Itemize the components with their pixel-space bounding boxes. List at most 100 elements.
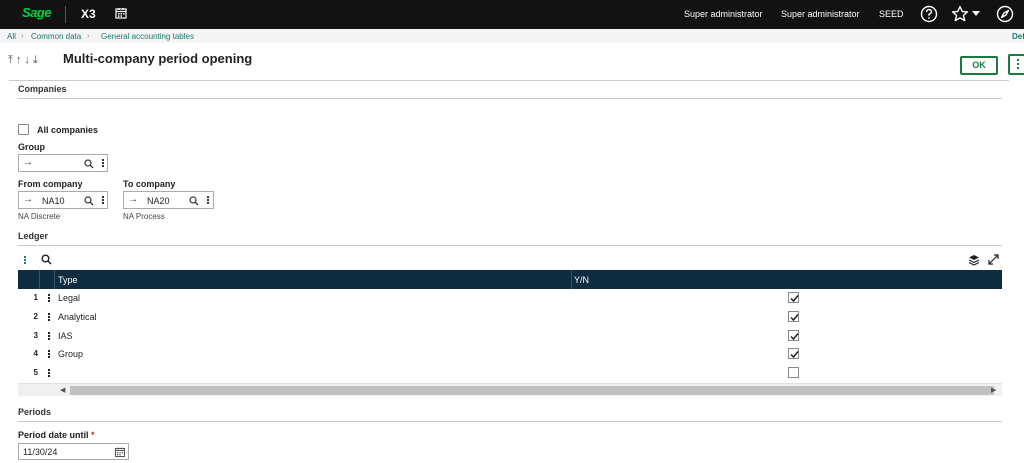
- search-icon[interactable]: [84, 159, 94, 169]
- breadcrumb-common-data[interactable]: Common data: [31, 32, 81, 41]
- row-number: 3: [33, 331, 38, 340]
- field-menu-icon[interactable]: [207, 196, 209, 198]
- all-companies-checkbox[interactable]: [18, 124, 29, 135]
- star-icon[interactable]: [951, 5, 969, 23]
- row-menu-icon[interactable]: [48, 369, 50, 371]
- to-company-label: To company: [123, 179, 176, 189]
- user-name[interactable]: Super administrator: [781, 9, 860, 19]
- section-divider: [18, 421, 1002, 422]
- sage-logo[interactable]: Sage: [22, 5, 52, 20]
- field-menu-icon[interactable]: [102, 196, 104, 198]
- breadcrumb-general-accounting[interactable]: General accounting tables: [101, 32, 194, 41]
- row-number: 5: [33, 368, 38, 377]
- row-menu-icon[interactable]: [48, 294, 50, 296]
- period-date-label-text: Period date until: [18, 430, 89, 440]
- row-number: 4: [33, 349, 38, 358]
- section-divider: [18, 98, 1002, 99]
- to-company-value[interactable]: NA20: [147, 196, 170, 206]
- horizontal-scrollbar[interactable]: ◀ ▶: [18, 383, 1002, 396]
- to-company-field[interactable]: → NA20: [123, 191, 214, 209]
- row-menu-icon[interactable]: [48, 313, 50, 315]
- zoom-arrow-icon[interactable]: →: [128, 194, 138, 205]
- table-row[interactable]: 4 Group: [18, 345, 1002, 364]
- expand-icon[interactable]: [988, 254, 999, 265]
- yn-checkbox[interactable]: [788, 330, 799, 341]
- ok-button[interactable]: OK: [960, 56, 998, 75]
- group-field[interactable]: →: [18, 154, 108, 172]
- top-bar: Sage X3 Super administrator Super admini…: [0, 0, 1024, 29]
- row-menu-icon[interactable]: [48, 350, 50, 352]
- layers-icon[interactable]: [968, 254, 980, 266]
- grid-header-menu: [40, 270, 55, 289]
- periods-section-title: Periods: [18, 407, 52, 417]
- app-name[interactable]: X3: [81, 7, 96, 21]
- column-yn-label: Y/N: [574, 275, 590, 285]
- yn-checkbox[interactable]: [788, 311, 799, 322]
- scrollbar-thumb[interactable]: [70, 386, 994, 395]
- yn-checkbox[interactable]: [788, 348, 799, 359]
- from-company-label: From company: [18, 179, 83, 189]
- content-divider: [9, 80, 1009, 81]
- search-icon[interactable]: [189, 196, 199, 206]
- column-type-header[interactable]: Type: [55, 270, 572, 289]
- from-company-value[interactable]: NA10: [42, 196, 65, 206]
- column-type-label: Type: [58, 275, 78, 285]
- check-icon: [790, 295, 799, 303]
- companies-section-title: Companies: [18, 84, 67, 94]
- breadcrumb: All › Common data › General accounting t…: [0, 29, 1024, 43]
- folder-name[interactable]: SEED: [879, 9, 904, 19]
- field-menu-icon[interactable]: [102, 159, 104, 161]
- row-number: 2: [33, 312, 38, 321]
- breadcrumb-separator: ›: [87, 31, 90, 40]
- calendar-icon[interactable]: [115, 447, 125, 457]
- all-companies-label: All companies: [37, 125, 99, 135]
- period-date-value[interactable]: 11/30/24: [23, 447, 57, 457]
- row-type[interactable]: Legal: [58, 293, 80, 303]
- to-company-description: NA Process: [123, 212, 165, 221]
- zoom-arrow-icon[interactable]: →: [23, 194, 33, 205]
- check-icon: [790, 314, 799, 322]
- ledger-section-title: Ledger: [18, 231, 49, 241]
- breadcrumb-separator: ›: [21, 31, 24, 40]
- page-title: Multi-company period opening: [63, 51, 253, 66]
- grid-search-icon[interactable]: [41, 254, 52, 265]
- column-yn-header[interactable]: Y/N: [572, 270, 1002, 289]
- check-icon: [790, 333, 799, 341]
- more-icon: [1017, 59, 1019, 61]
- table-row[interactable]: 3 IAS: [18, 327, 1002, 346]
- more-actions-button[interactable]: [1008, 54, 1024, 75]
- compass-icon[interactable]: [996, 5, 1014, 23]
- grid-header-rownum: [18, 270, 40, 289]
- yn-checkbox[interactable]: [788, 292, 799, 303]
- from-company-description: NA Discrete: [18, 212, 61, 221]
- check-icon: [790, 351, 799, 359]
- row-number: 1: [33, 293, 38, 302]
- group-label: Group: [18, 142, 45, 152]
- scroll-right-icon[interactable]: ▶: [991, 386, 996, 394]
- topbar-divider: [65, 6, 66, 23]
- help-icon[interactable]: [920, 5, 938, 23]
- scroll-left-icon[interactable]: ◀: [60, 386, 65, 394]
- table-row[interactable]: 1 Legal: [18, 289, 1002, 308]
- row-menu-icon[interactable]: [48, 332, 50, 334]
- breadcrumb-default[interactable]: Def: [1012, 32, 1024, 41]
- required-marker: *: [91, 430, 95, 440]
- zoom-arrow-icon[interactable]: →: [23, 157, 33, 168]
- from-company-field[interactable]: → NA10: [18, 191, 108, 209]
- section-divider: [18, 245, 1002, 246]
- grid-header: Type Y/N: [18, 270, 1002, 289]
- search-icon[interactable]: [84, 196, 94, 206]
- yn-checkbox[interactable]: [788, 367, 799, 378]
- chevron-down-icon[interactable]: [972, 11, 980, 17]
- row-type[interactable]: Analytical: [58, 312, 97, 322]
- calendar-icon[interactable]: [115, 7, 127, 19]
- record-navigation[interactable]: ⤒↑↓⤓: [8, 54, 41, 67]
- period-date-field[interactable]: 11/30/24: [18, 443, 129, 460]
- row-type[interactable]: Group: [58, 349, 83, 359]
- table-row[interactable]: 5: [18, 364, 1002, 383]
- table-row[interactable]: 2 Analytical: [18, 308, 1002, 327]
- user-role[interactable]: Super administrator: [684, 9, 763, 19]
- breadcrumb-all[interactable]: All: [7, 32, 16, 41]
- grid-menu-icon[interactable]: [24, 256, 26, 258]
- row-type[interactable]: IAS: [58, 331, 73, 341]
